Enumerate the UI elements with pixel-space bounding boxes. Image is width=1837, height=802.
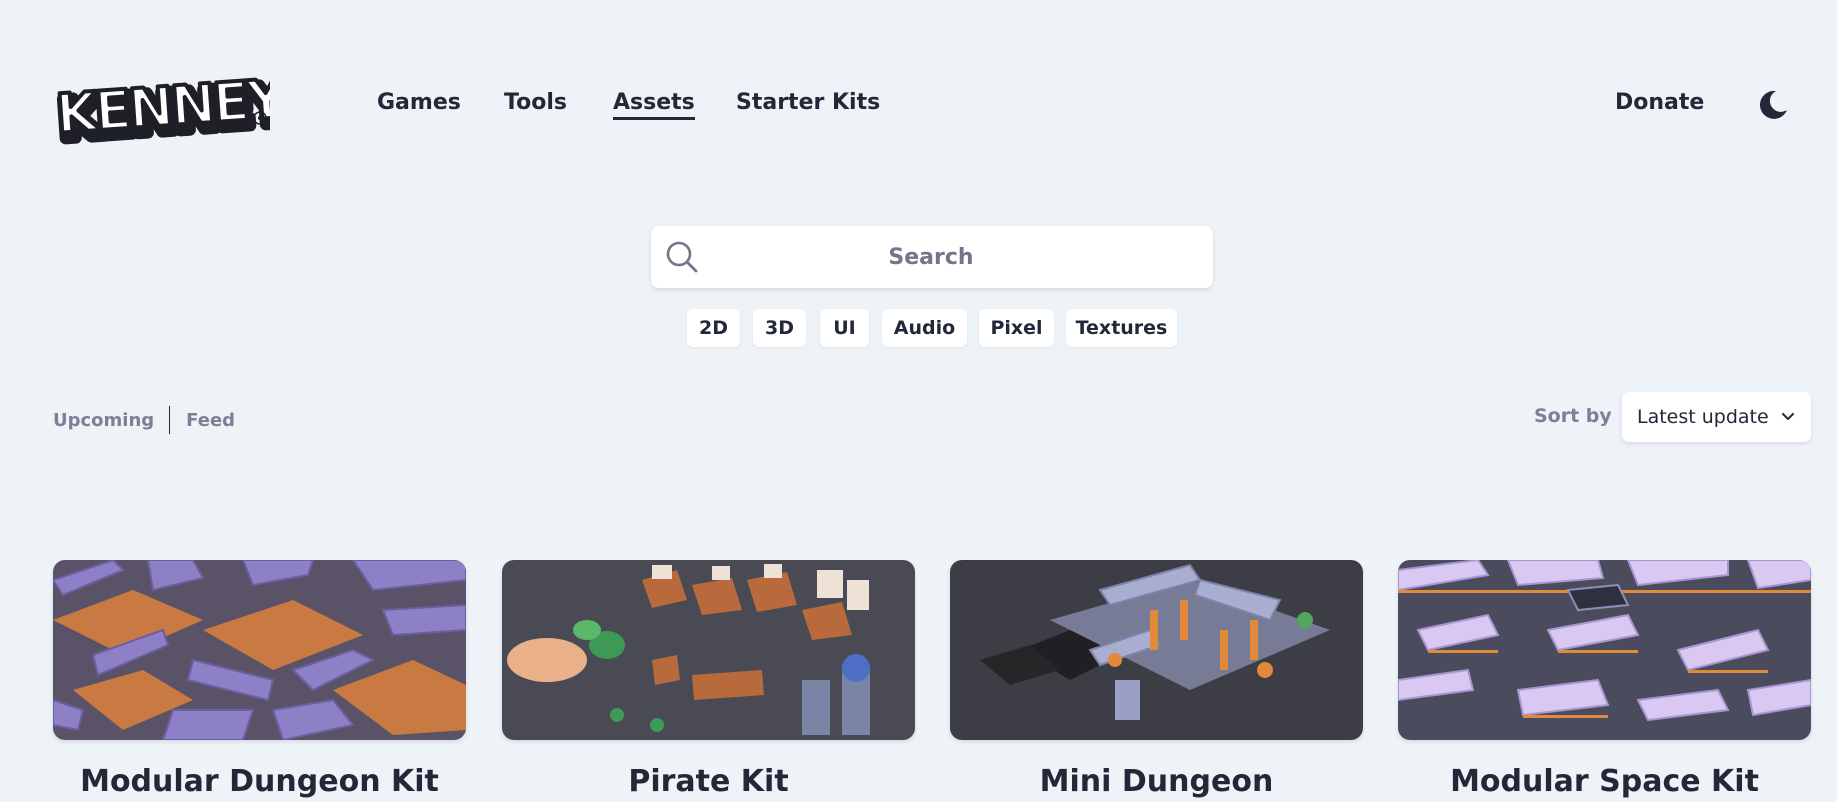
sort-label: Sort by [1534,405,1612,427]
tag-ui[interactable]: UI [820,309,869,347]
card-title[interactable]: Pirate Kit [502,764,915,799]
card-title[interactable]: Modular Space Kit [1398,764,1811,799]
mini-dungeon-preview-image [950,560,1363,740]
card-title[interactable]: Modular Dungeon Kit [53,764,466,799]
chevron-down-icon [1782,413,1794,420]
nav-tools[interactable]: Tools [504,90,567,115]
tag-audio[interactable]: Audio [882,309,967,347]
dungeon-preview-image [53,560,466,740]
tag-2d[interactable]: 2D [687,309,740,347]
asset-card[interactable]: Mini Dungeon [950,560,1363,799]
pirate-preview-image [502,560,915,740]
tag-textures[interactable]: Textures [1066,309,1177,347]
sort-select[interactable]: Latest update [1622,392,1811,442]
nav-starter-kits[interactable]: Starter Kits [736,90,880,115]
search-box [651,226,1213,288]
asset-thumbnail[interactable] [53,560,466,740]
tag-pixel[interactable]: Pixel [979,309,1054,347]
asset-thumbnail[interactable] [502,560,915,740]
tag-3d[interactable]: 3D [753,309,806,347]
upcoming-link[interactable]: Upcoming [53,410,154,431]
donate-link[interactable]: Donate [1615,90,1704,115]
asset-card[interactable]: Modular Dungeon Kit [53,560,466,799]
divider [169,406,171,434]
search-input[interactable] [711,226,1151,288]
filter-links: Upcoming Feed [53,405,235,435]
space-kit-preview-image [1398,560,1811,740]
asset-card[interactable]: Modular Space Kit [1398,560,1811,799]
moon-icon[interactable] [1756,88,1790,122]
card-title[interactable]: Mini Dungeon [950,764,1363,799]
search-icon [666,241,698,273]
asset-thumbnail[interactable] [950,560,1363,740]
nav-assets[interactable]: Assets [613,90,695,120]
sort-selected-value: Latest update [1637,406,1769,428]
category-tags: 2D 3D UI Audio Pixel Textures [0,309,1837,347]
asset-card[interactable]: Pirate Kit [502,560,915,799]
kenney-logo[interactable]: KENNEY KENNEY [52,62,270,150]
asset-thumbnail[interactable] [1398,560,1811,740]
nav-games[interactable]: Games [377,90,461,115]
feed-link[interactable]: Feed [186,410,235,431]
